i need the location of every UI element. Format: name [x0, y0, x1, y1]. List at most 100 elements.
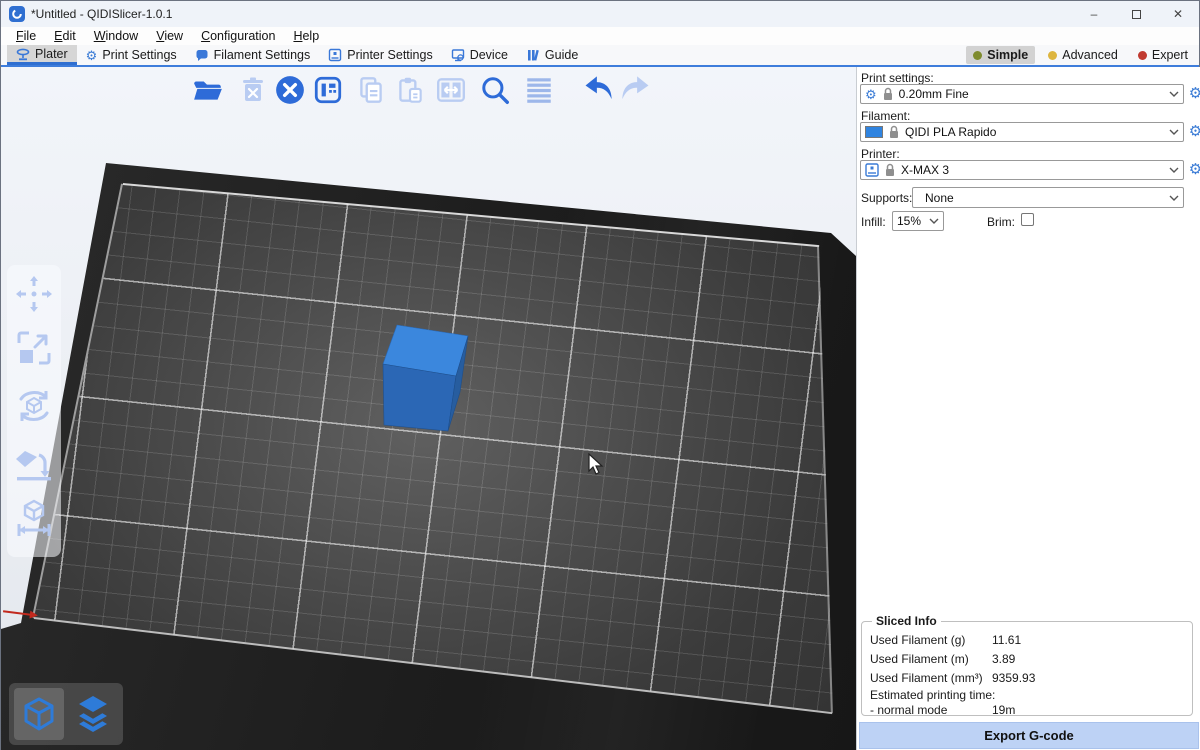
lock-icon	[882, 87, 894, 101]
printer-gear-button[interactable]: ⚙	[1187, 161, 1200, 178]
close-button[interactable]: ✕	[1157, 1, 1199, 27]
plater-toolbar	[1, 71, 856, 111]
settings-panel: Print settings: ⚙ 0.20mm Fine ⚙ Filament…	[856, 67, 1200, 750]
menu-file[interactable]: File	[7, 29, 45, 43]
redo-button[interactable]	[619, 73, 653, 107]
filament-icon	[195, 48, 209, 62]
tab-filament-settings[interactable]: Filament Settings	[186, 45, 320, 65]
gizmo-toolbar	[7, 265, 61, 557]
sliced-row: Estimated printing time:	[870, 687, 1184, 702]
mode-expert[interactable]: Expert	[1131, 46, 1195, 64]
tab-printer-settings[interactable]: Printer Settings	[319, 45, 441, 65]
arrange-icon	[312, 74, 344, 106]
brim-label: Brim:	[987, 215, 1015, 229]
trash-icon	[238, 75, 268, 105]
menu-configuration[interactable]: Configuration	[192, 29, 284, 43]
sliced-info-title: Sliced Info	[872, 614, 941, 628]
sliced-info-box: Sliced Info Used Filament (g)11.61 Used …	[861, 614, 1193, 716]
mode-advanced[interactable]: Advanced	[1041, 46, 1125, 64]
supports-combo[interactable]: None	[912, 187, 1184, 208]
arrange-button[interactable]	[311, 73, 345, 107]
simple-dot-icon	[973, 51, 982, 60]
menu-help[interactable]: Help	[284, 29, 328, 43]
3d-editor-view-button[interactable]	[14, 688, 64, 740]
print-settings-combo[interactable]: ⚙ 0.20mm Fine	[860, 84, 1184, 104]
scale-gizmo-button[interactable]	[13, 327, 55, 369]
open-button[interactable]	[191, 73, 225, 107]
search-icon	[479, 74, 511, 106]
view-toolbar	[9, 683, 123, 745]
advanced-dot-icon	[1048, 51, 1057, 60]
print-settings-label: Print settings:	[861, 71, 934, 85]
measure-icon	[13, 497, 55, 539]
move-icon	[13, 273, 55, 315]
device-icon	[451, 48, 465, 62]
menu-view[interactable]: View	[147, 29, 192, 43]
undo-button[interactable]	[581, 73, 615, 107]
rotate-gizmo-button[interactable]	[13, 385, 55, 427]
cube-view-icon	[19, 694, 59, 734]
copy-icon	[355, 74, 387, 106]
measure-gizmo-button[interactable]	[13, 497, 55, 539]
app-logo-icon	[9, 6, 25, 22]
platter-icon	[16, 47, 30, 61]
title-bar: *Untitled - QIDISlicer-1.0.1 – ✕	[1, 1, 1199, 27]
printer-combo[interactable]: X-MAX 3	[860, 160, 1184, 180]
menu-window[interactable]: Window	[85, 29, 147, 43]
filament-combo[interactable]: QIDI PLA Rapido	[860, 122, 1184, 142]
chevron-down-icon	[1169, 129, 1179, 135]
split-view-icon	[435, 74, 467, 106]
redo-arrow-icon	[619, 73, 653, 107]
tab-bar: Plater ⚙ Print Settings Filament Setting…	[1, 45, 1199, 67]
model-cube[interactable]	[376, 317, 486, 442]
expert-dot-icon	[1138, 51, 1147, 60]
tab-plater[interactable]: Plater	[7, 45, 77, 65]
sliced-row: Used Filament (mm³)9359.93	[870, 668, 1184, 687]
place-on-face-gizmo-button[interactable]	[13, 443, 55, 485]
tab-device[interactable]: Device	[442, 45, 517, 65]
window-title: *Untitled - QIDISlicer-1.0.1	[31, 7, 172, 21]
place-on-face-icon	[13, 443, 55, 485]
menu-bar: File Edit Window View Configuration Help	[1, 27, 1199, 45]
chevron-down-icon	[1169, 167, 1179, 173]
filament-label: Filament:	[861, 109, 910, 123]
maximize-icon	[1132, 10, 1141, 19]
infill-combo[interactable]: 15%	[892, 211, 944, 231]
maximize-button[interactable]	[1115, 1, 1157, 27]
print-settings-gear-button[interactable]: ⚙	[1187, 85, 1200, 102]
sliced-row: Used Filament (g)11.61	[870, 630, 1184, 649]
search-button[interactable]	[478, 73, 512, 107]
brim-checkbox[interactable]	[1021, 213, 1034, 226]
open-folder-icon	[192, 74, 224, 106]
tab-print-settings[interactable]: ⚙ Print Settings	[77, 45, 186, 65]
chevron-down-icon	[929, 218, 939, 224]
split-objects-button[interactable]	[434, 73, 468, 107]
scale-icon	[13, 327, 55, 369]
variable-layer-height-button[interactable]	[522, 73, 556, 107]
tab-guide[interactable]: Guide	[517, 45, 587, 65]
mode-simple[interactable]: Simple	[966, 46, 1035, 64]
chevron-down-icon	[1169, 91, 1179, 97]
3d-viewport[interactable]	[1, 67, 856, 750]
copy-button[interactable]	[354, 73, 388, 107]
minimize-button[interactable]: –	[1073, 1, 1115, 27]
sliced-row: Used Filament (m)3.89	[870, 649, 1184, 668]
paste-icon	[394, 74, 426, 106]
filament-gear-button[interactable]: ⚙	[1187, 123, 1200, 140]
circle-x-icon	[274, 74, 306, 106]
move-gizmo-button[interactable]	[13, 273, 55, 315]
supports-label: Supports:	[861, 191, 912, 205]
delete-all-button[interactable]	[273, 73, 307, 107]
paste-button[interactable]	[393, 73, 427, 107]
export-gcode-button[interactable]: Export G-code	[859, 722, 1199, 749]
menu-edit[interactable]: Edit	[45, 29, 85, 43]
rotate-icon	[13, 385, 55, 427]
guide-icon	[526, 48, 540, 62]
filament-color-swatch	[865, 126, 883, 138]
mode-selector: Simple Advanced Expert	[966, 46, 1195, 64]
infill-label: Infill:	[861, 215, 886, 229]
lock-icon	[884, 163, 896, 177]
delete-button[interactable]	[236, 73, 270, 107]
gear-icon: ⚙	[865, 88, 877, 101]
preview-button[interactable]	[68, 688, 118, 740]
